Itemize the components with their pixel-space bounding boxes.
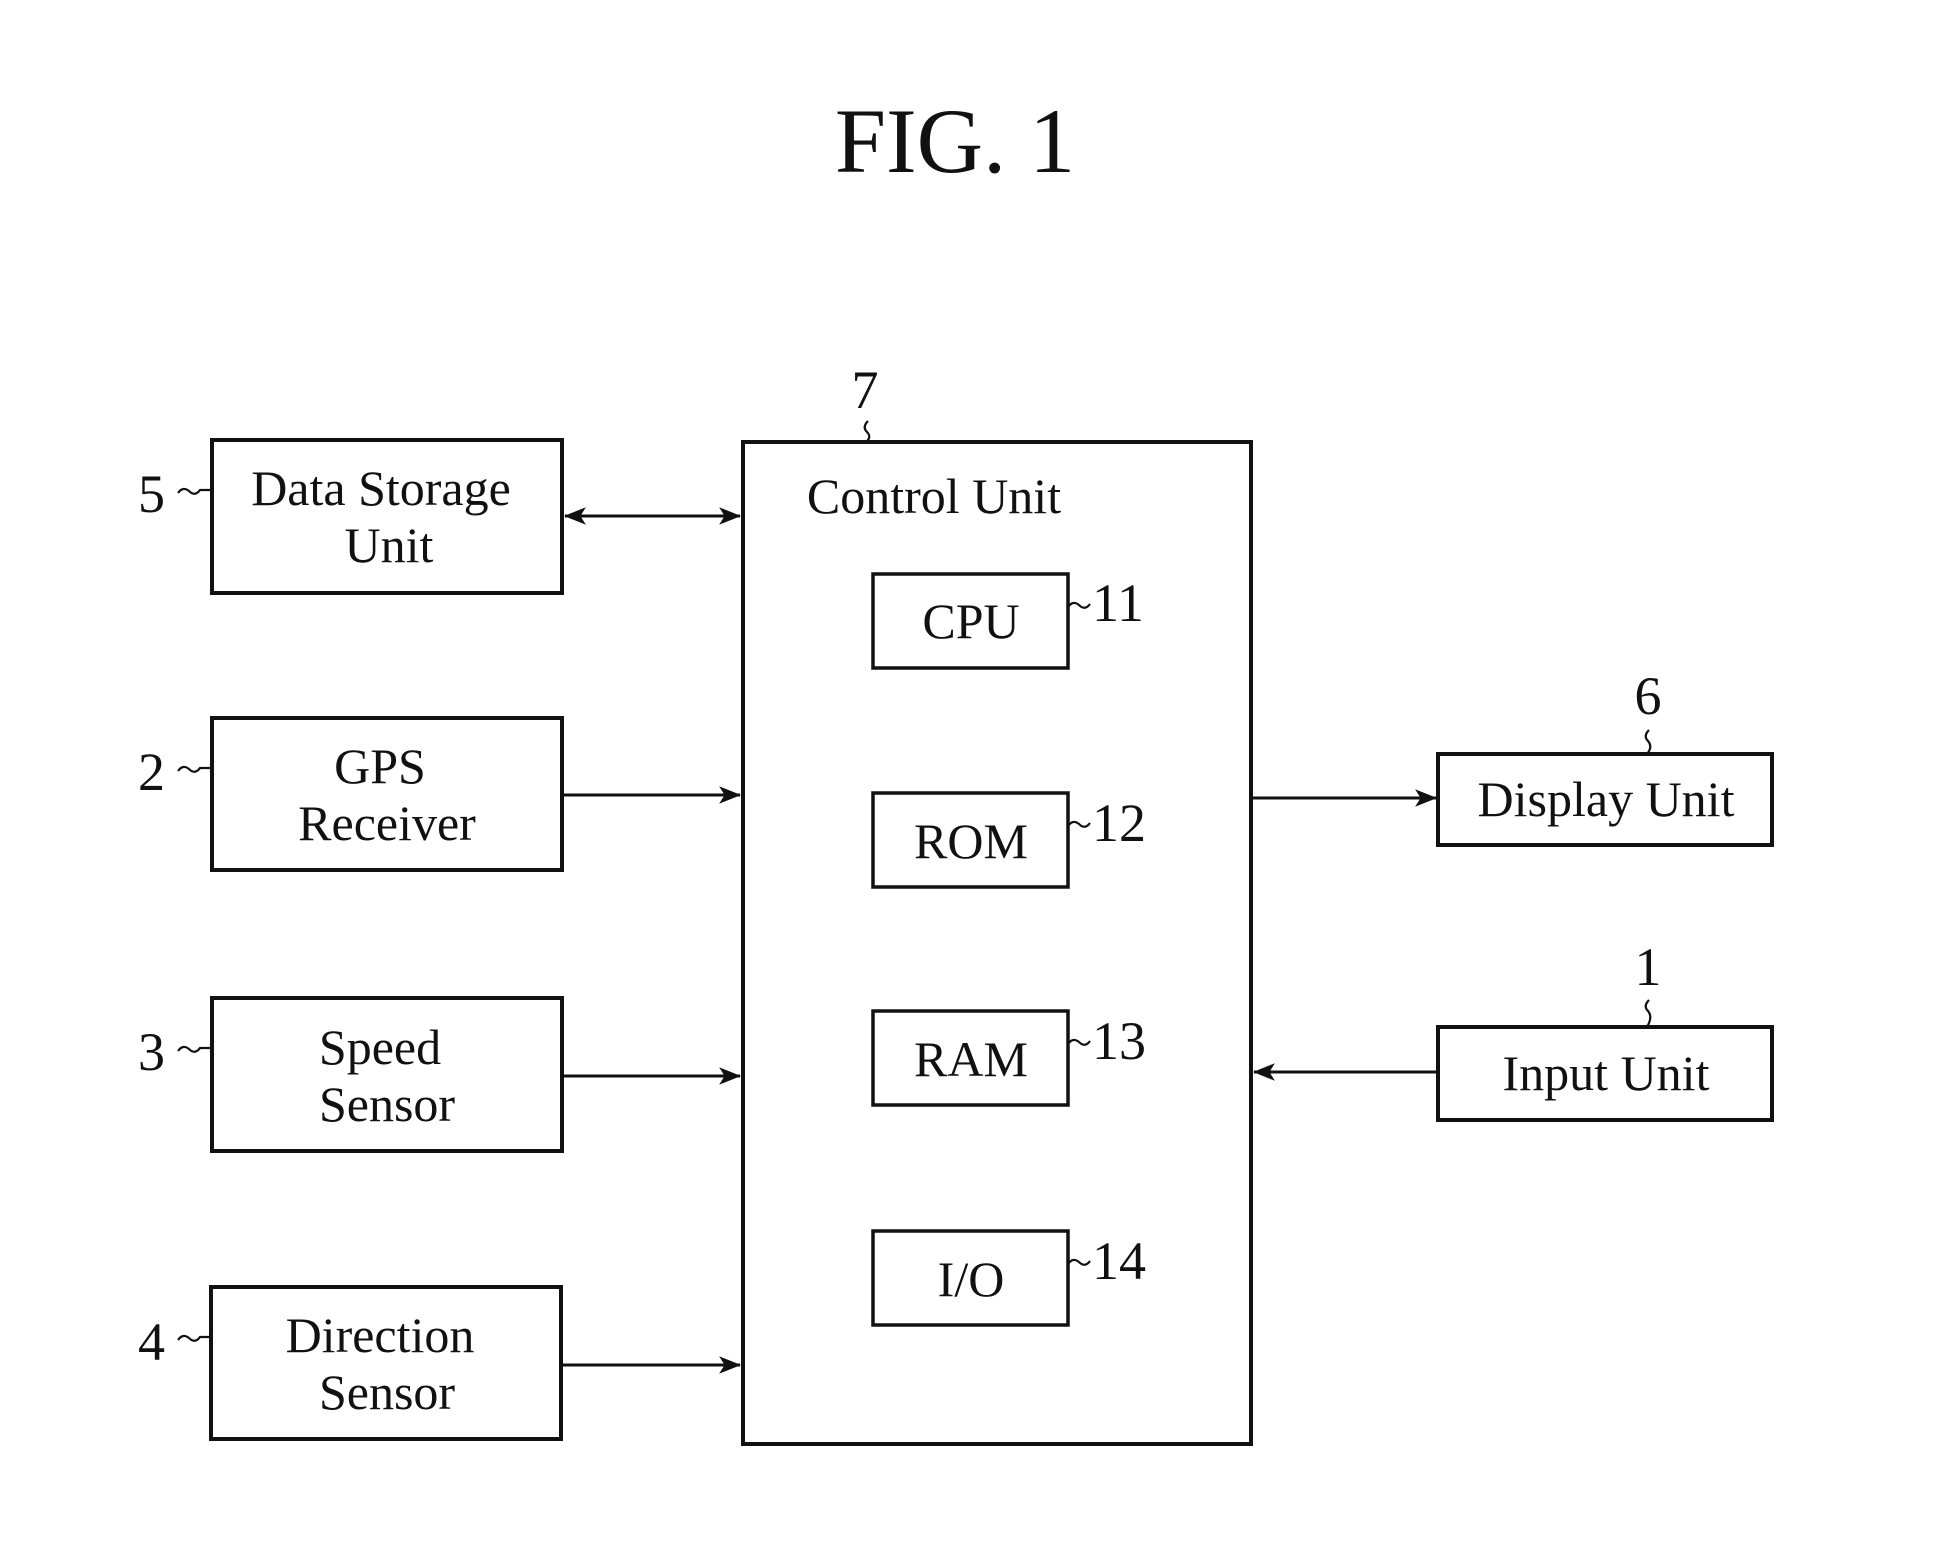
cpu-label: CPU (922, 593, 1019, 649)
leader-12 (1067, 820, 1091, 828)
gps-label-line2: Receiver (298, 795, 476, 851)
leader-2 (177, 765, 212, 773)
speed-label-line1: Speed (319, 1019, 441, 1075)
ref-numeral-13: 13 (1092, 1011, 1146, 1071)
input-unit-label: Input Unit (1503, 1045, 1710, 1101)
ref-numeral-2: 2 (138, 742, 165, 802)
control-unit-label: Control Unit (807, 468, 1061, 524)
data-storage-label-line1: Data Storage (251, 460, 511, 516)
ram-label: RAM (914, 1031, 1028, 1087)
ref-numeral-5: 5 (138, 464, 165, 524)
ref-numeral-6: 6 (1635, 666, 1662, 726)
ref-numeral-14: 14 (1092, 1231, 1146, 1291)
gps-label-line1: GPS (334, 738, 426, 794)
leader-13 (1067, 1038, 1091, 1046)
leader-7 (863, 420, 871, 443)
display-unit-label: Display Unit (1478, 771, 1735, 827)
ref-numeral-12: 12 (1092, 793, 1146, 853)
block-diagram: FIG. 1 5 2 3 4 7 11 12 13 14 6 1 Data St… (138, 90, 1774, 1446)
data-storage-label-line2: Unit (345, 517, 434, 573)
rom-label: ROM (914, 813, 1028, 869)
leader-11 (1067, 601, 1091, 609)
leader-14 (1067, 1258, 1091, 1266)
leader-3 (177, 1045, 212, 1053)
leader-1 (1644, 999, 1652, 1028)
figure-title: FIG. 1 (835, 90, 1075, 192)
leader-5 (177, 487, 212, 495)
ref-numeral-3: 3 (138, 1022, 165, 1082)
ref-numeral-1: 1 (1635, 937, 1662, 997)
speed-label-line2: Sensor (319, 1076, 455, 1132)
direction-label-line1: Direction (286, 1307, 475, 1363)
io-label: I/O (938, 1251, 1005, 1307)
direction-label-line2: Sensor (319, 1364, 455, 1420)
ref-numeral-11: 11 (1092, 573, 1144, 633)
leader-6 (1644, 729, 1652, 755)
ref-numeral-7: 7 (852, 360, 879, 420)
leader-4 (177, 1334, 211, 1342)
ref-numeral-4: 4 (138, 1312, 165, 1372)
